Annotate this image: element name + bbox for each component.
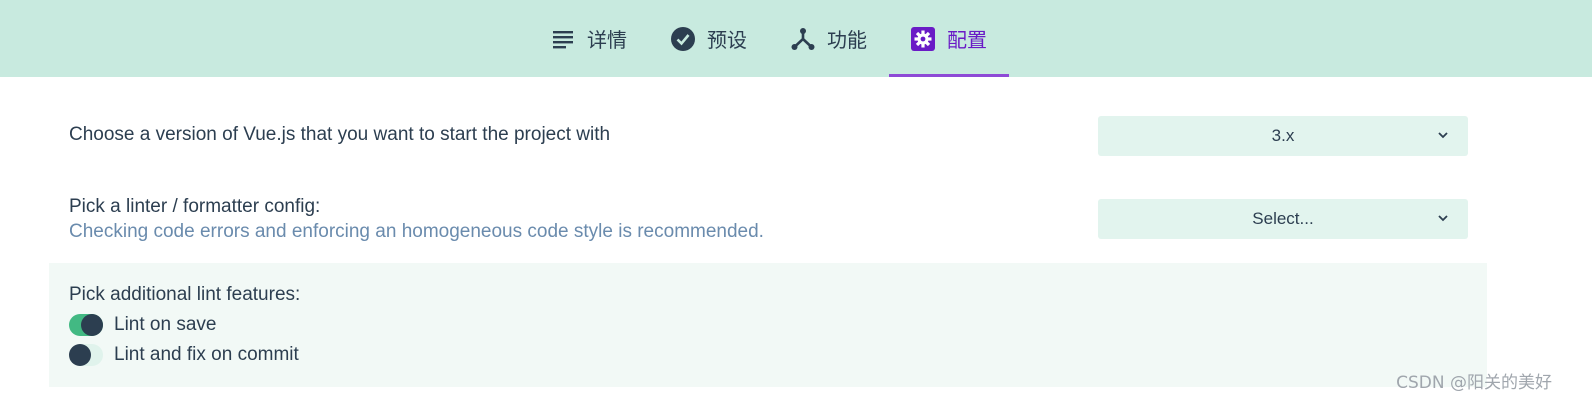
tab-presets[interactable]: 预设 [649,0,769,77]
linter-value: Select... [1252,209,1314,228]
chevron-down-icon [1438,215,1448,222]
chevron-down-icon [1438,132,1448,139]
tab-label: 配置 [947,28,987,52]
linter-label: Pick a linter / formatter config: [69,196,321,217]
tab-features[interactable]: 功能 [769,0,889,77]
check-circle-icon [671,26,695,51]
gear-icon [911,26,935,51]
lint-fix-commit-option[interactable]: Lint and fix on commit [69,344,299,366]
vue-version-value: 3.x [1271,126,1295,145]
tab-details[interactable]: 详情 [529,0,649,77]
top-nav-bar: 详情 预设 功能 配置 [0,0,1592,77]
vue-version-select[interactable]: 3.x [1098,116,1468,156]
lint-on-save-toggle[interactable] [69,314,103,336]
lint-fix-commit-toggle[interactable] [69,344,103,366]
vue-version-label: Choose a version of Vue.js that you want… [69,124,611,145]
linter-select[interactable]: Select... [1098,199,1468,239]
linter-description: Checking code errors and enforcing an ho… [69,221,764,242]
tab-configuration[interactable]: 配置 [889,0,1009,77]
fork-icon [791,27,815,51]
vue-version-row: Choose a version of Vue.js that you want… [69,124,610,146]
toggle-knob [69,344,91,366]
linter-row: Pick a linter / formatter config: Checki… [69,196,764,243]
list-icon [551,27,575,51]
watermark: CSDN @阳关的美好 [1396,373,1552,393]
lint-on-save-label: Lint on save [114,314,217,335]
lint-fix-commit-label: Lint and fix on commit [114,344,299,365]
tab-label: 功能 [827,28,867,52]
lint-features-title: Pick additional lint features: [69,284,301,305]
tab-label: 详情 [587,28,627,52]
lint-on-save-option[interactable]: Lint on save [69,314,216,336]
toggle-knob [81,314,103,336]
lint-features-panel: Pick additional lint features: Lint on s… [49,263,1487,387]
tab-bar: 详情 预设 功能 配置 [529,0,1009,77]
tab-label: 预设 [707,28,747,52]
